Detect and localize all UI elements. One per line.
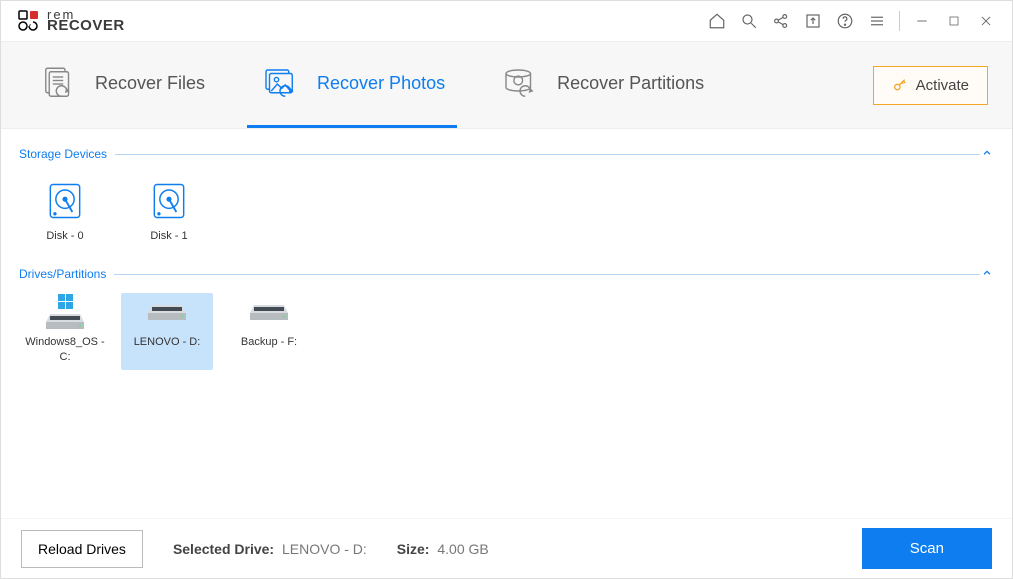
section-drives-partitions: Drives/Partitions [19,267,994,281]
scan-button[interactable]: Scan [862,528,992,569]
activate-button[interactable]: Activate [873,66,988,105]
partitions-icon [499,63,541,105]
share-icon[interactable] [765,5,797,37]
disk-label: Disk - 0 [46,229,83,243]
storage-devices-list: Disk - 0 Disk - 1 [19,167,994,267]
disk-icon [147,179,191,223]
tab-label: Recover Files [95,73,205,94]
export-icon[interactable] [797,5,829,37]
activate-label: Activate [916,77,969,94]
drive-icon [240,299,298,329]
search-icon[interactable] [733,5,765,37]
maximize-icon[interactable] [938,5,970,37]
disk-item[interactable]: Disk - 1 [129,173,209,249]
size-label: Size: [397,541,430,557]
help-icon[interactable] [829,5,861,37]
tab-recover-photos[interactable]: Recover Photos [247,42,457,128]
tabbar: Recover Files Recover Photos Recover Par… [1,41,1012,129]
drive-item-lenovo[interactable]: LENOVO - D: [121,293,213,370]
minimize-icon[interactable] [906,5,938,37]
tab-label: Recover Photos [317,73,445,94]
app-logo: rem RECOVER [17,9,125,33]
content-area: Storage Devices Disk - 0 Disk - 1 Drives… [1,129,1012,518]
key-icon [892,77,908,93]
drive-label: Backup - F: [241,335,297,349]
drive-label: LENOVO - D: [134,335,201,349]
drive-icon [138,299,196,329]
selected-drive-value: LENOVO - D: [282,541,367,557]
drive-item-backup[interactable]: Backup - F: [223,293,315,370]
tab-label: Recover Partitions [557,73,704,94]
reload-drives-button[interactable]: Reload Drives [21,530,143,568]
collapse-icon[interactable] [980,147,994,161]
titlebar-icons [701,5,1002,37]
logo-text-2: RECOVER [47,20,125,33]
disk-label: Disk - 1 [150,229,187,243]
section-title: Drives/Partitions [19,267,106,281]
footer: Reload Drives Selected Drive: LENOVO - D… [1,518,1012,578]
drive-label: Windows8_OS - C: [23,335,107,364]
menu-icon[interactable] [861,5,893,37]
tab-recover-partitions[interactable]: Recover Partitions [487,42,716,128]
close-icon[interactable] [970,5,1002,37]
logo-icon [17,9,41,33]
selected-info: Selected Drive: LENOVO - D: Size: 4.00 G… [173,541,489,557]
drive-item-windows[interactable]: Windows8_OS - C: [19,293,111,370]
titlebar: rem RECOVER [1,1,1012,41]
drives-list: Windows8_OS - C: LENOVO - D: [19,287,994,388]
disk-item[interactable]: Disk - 0 [25,173,105,249]
selected-drive-label: Selected Drive: [173,541,274,557]
files-icon [37,63,79,105]
section-storage-devices: Storage Devices [19,147,994,161]
photos-icon [259,63,301,105]
drive-windows-icon [36,299,94,329]
disk-icon [43,179,87,223]
size-value: 4.00 GB [437,541,488,557]
collapse-icon[interactable] [980,267,994,281]
home-icon[interactable] [701,5,733,37]
section-title: Storage Devices [19,147,107,161]
tab-recover-files[interactable]: Recover Files [25,42,217,128]
